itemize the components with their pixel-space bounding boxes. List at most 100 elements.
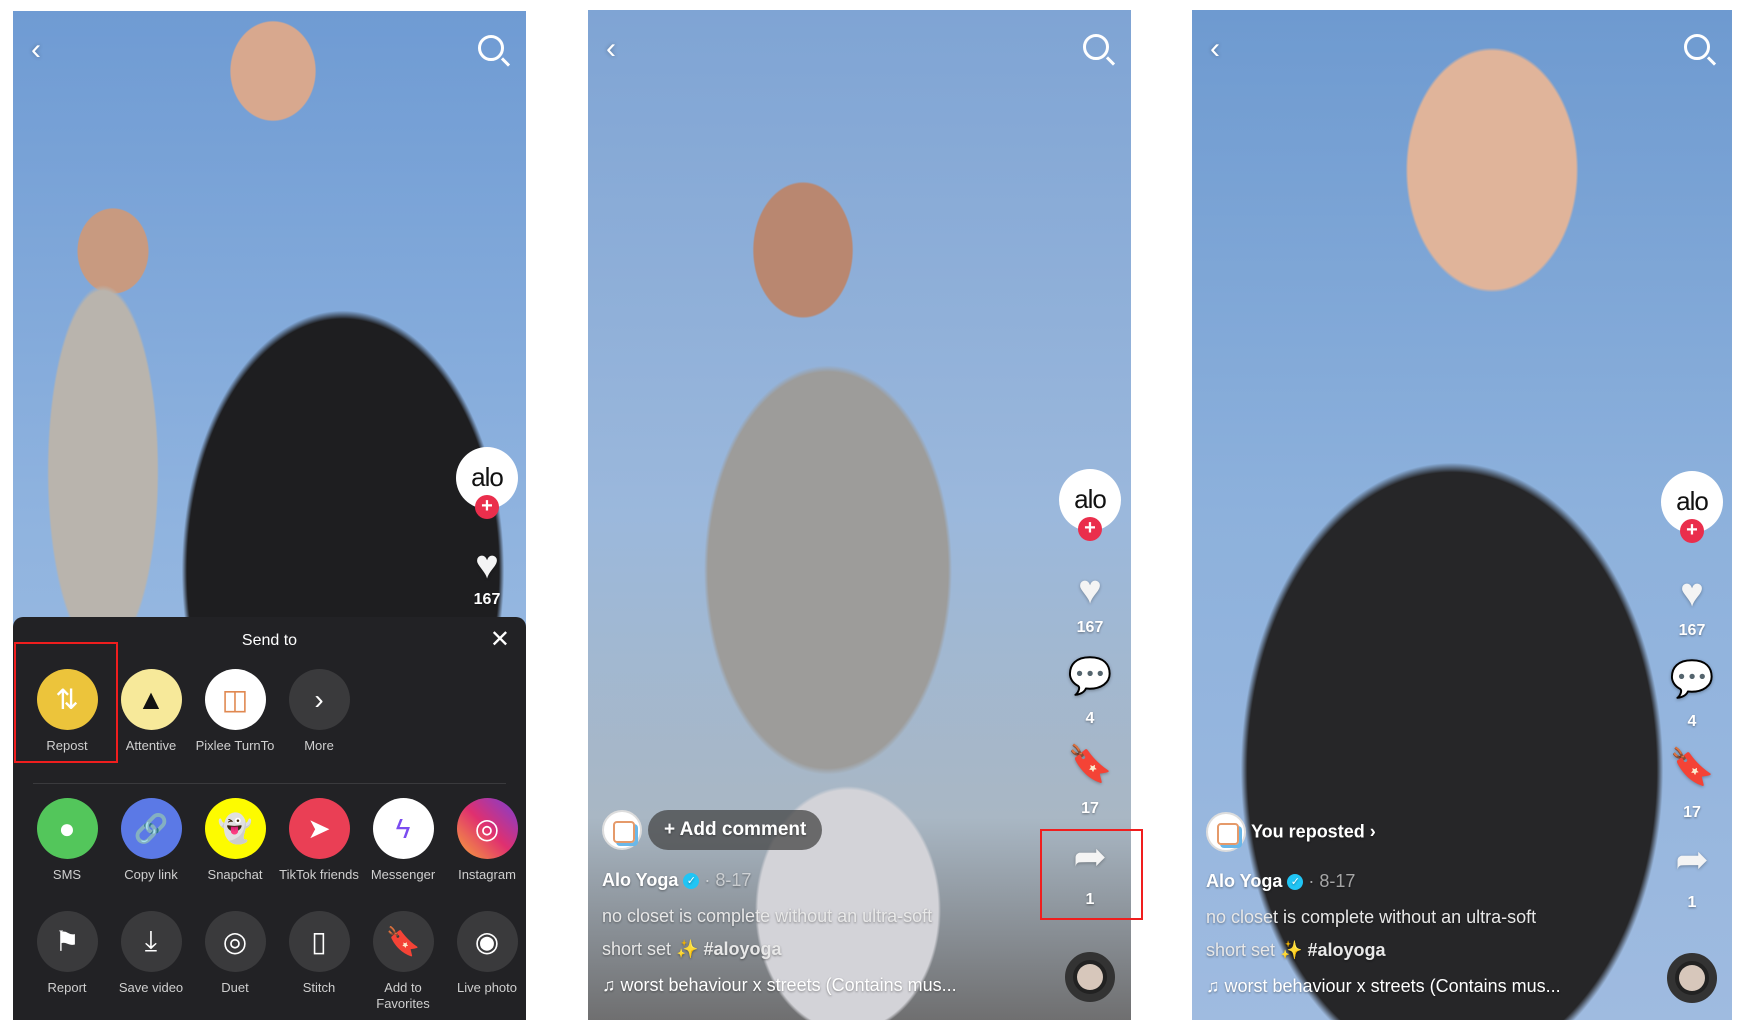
author-name[interactable]: Alo Yoga [1206,871,1282,891]
author-line: Alo Yoga ✓ · 8-17 [1206,871,1355,892]
share-option-messenger[interactable]: ϟ Messenger [361,798,445,883]
comment-icon[interactable]: 💬 [1657,658,1727,700]
share-option-label: Save video [118,980,184,995]
share-option-label: Duet [221,980,249,995]
share-option-label: Snapchat [207,867,263,882]
share-option-more[interactable]: › More [277,669,361,754]
share-option-stitch[interactable]: ▯ Stitch [277,911,361,1012]
share-option-attentive[interactable]: ▲ Attentive [109,669,193,754]
divider [33,783,506,784]
flag-icon: ⚑ [54,926,80,957]
caption-line: short set ✨ #aloyoga [1206,940,1386,961]
caption-line: no closet is complete without an ultra-s… [1206,907,1537,927]
author-line: Alo Yoga ✓ · 8-17 [602,870,751,891]
video-screen-share-sheet: ‹ alo + ♥ 167 Send to ✕ ⇅ Repost ▲ Attentiv… [13,11,526,1020]
bookmark-icon[interactable]: 🔖 [1055,743,1125,785]
add-comment-button[interactable]: + Add comment [648,810,823,850]
share-option-instagram[interactable]: ◎ Instagram [445,798,526,883]
author-name[interactable]: Alo Yoga [602,870,678,890]
verified-icon: ✓ [683,873,700,890]
share-count: 1 [1687,894,1697,911]
favorite-count: 17 [1081,800,1099,817]
share-option-label: Messenger [370,867,436,882]
share-icon[interactable]: ➦ [1657,837,1727,883]
follow-plus-icon[interactable]: + [1680,519,1704,543]
music-info[interactable]: ♫ worst behaviour x streets (Contains mu… [602,975,957,996]
attentive-icon: ▲ [137,683,165,715]
repost-bar[interactable]: You reposted › [1206,812,1376,852]
stitch-icon: ▯ [311,926,327,957]
bookmark-icon: 🔖 [385,926,421,957]
search-icon[interactable] [478,35,504,61]
messenger-icon: ϟ [395,812,411,844]
share-option-label: SMS [52,867,82,882]
post-date: · 8-17 [1308,871,1356,891]
heart-icon[interactable]: ♥ [1055,568,1125,613]
share-option-label: Live photo [457,980,517,995]
share-option-duet[interactable]: ◎ Duet [193,911,277,1012]
video-screen-reposted: ‹ alo + ♥ 167 💬 4 🔖 17 ➦ 1 You reposted … [1192,10,1732,1020]
close-icon[interactable]: ✕ [490,625,510,654]
search-icon[interactable] [1684,34,1710,60]
send-icon: ➤ [307,813,331,844]
music-disc[interactable] [1065,952,1115,1002]
share-option-save-video[interactable]: ⤓ Save video [109,911,193,1012]
back-icon[interactable]: ‹ [31,33,41,67]
search-icon[interactable] [1083,34,1109,60]
hashtag-link[interactable]: #aloyoga [1307,940,1385,960]
share-option-label: Pixlee TurnTo [195,738,275,753]
share-option-label: Attentive [125,738,177,753]
chevron-right-icon: › [314,683,324,715]
share-option-live-photo[interactable]: ◉ Live photo [445,911,526,1012]
caption-text: short set ✨ [602,939,699,959]
follow-plus-icon[interactable]: + [1078,517,1102,541]
share-option-label: TikTok friends [279,867,359,882]
you-reposted-label[interactable]: You reposted › [1251,822,1376,842]
comment-icon[interactable]: 💬 [1055,655,1125,697]
instagram-icon: ◎ [474,813,500,844]
like-count: 167 [1678,622,1706,639]
heart-icon[interactable]: ♥ [1657,571,1727,616]
pixlee-icon: ◫ [221,684,249,715]
snapchat-icon: 👻 [217,813,253,844]
sms-icon: ● [58,812,76,844]
share-option-sms[interactable]: ● SMS [25,798,109,883]
hashtag-link[interactable]: #aloyoga [703,939,781,959]
live-photo-icon: ◉ [474,926,500,957]
post-date: · 8-17 [704,870,752,890]
duet-icon: ◎ [222,926,248,957]
user-avatar [1206,812,1246,852]
music-info[interactable]: ♫ worst behaviour x streets (Contains mu… [1206,976,1561,997]
like-count: 167 [473,591,501,608]
share-option-copy-link[interactable]: 🔗 Copy link [109,798,193,883]
highlight-share [1040,829,1143,920]
like-count: 167 [1076,619,1104,636]
caption-text: short set ✨ [1206,940,1303,960]
music-disc[interactable] [1667,953,1717,1003]
share-option-label: Copy link [124,867,178,882]
verified-icon: ✓ [1287,874,1304,891]
back-icon[interactable]: ‹ [1210,32,1220,66]
link-icon: 🔗 [133,813,169,844]
share-option-snapchat[interactable]: 👻 Snapchat [193,798,277,883]
share-option-label: More [304,738,334,753]
back-icon[interactable]: ‹ [606,32,616,66]
comment-count: 4 [1687,713,1697,730]
share-option-add-to-favorites[interactable]: 🔖 Add to Favorites [361,911,445,1012]
share-option-label: Stitch [302,980,336,995]
share-option-label: Instagram [458,867,516,882]
user-avatar [602,810,642,850]
heart-icon[interactable]: ♥ [452,543,522,588]
favorite-count: 17 [1683,804,1701,821]
share-option-tiktok-friends[interactable]: ➤ TikTok friends [277,798,361,883]
bookmark-icon[interactable]: 🔖 [1657,746,1727,788]
download-icon: ⤓ [144,925,158,956]
share-option-label: Report [47,980,87,995]
share-option-report[interactable]: ⚑ Report [25,911,109,1012]
share-option-label: Add to Favorites [376,980,430,1011]
follow-plus-icon[interactable]: + [475,495,499,519]
comment-bar: + Add comment [602,810,823,850]
caption-line: no closet is complete without an ultra-s… [602,906,933,926]
share-option-pixlee-turnto[interactable]: ◫ Pixlee TurnTo [193,669,277,754]
highlight-repost [14,642,118,763]
